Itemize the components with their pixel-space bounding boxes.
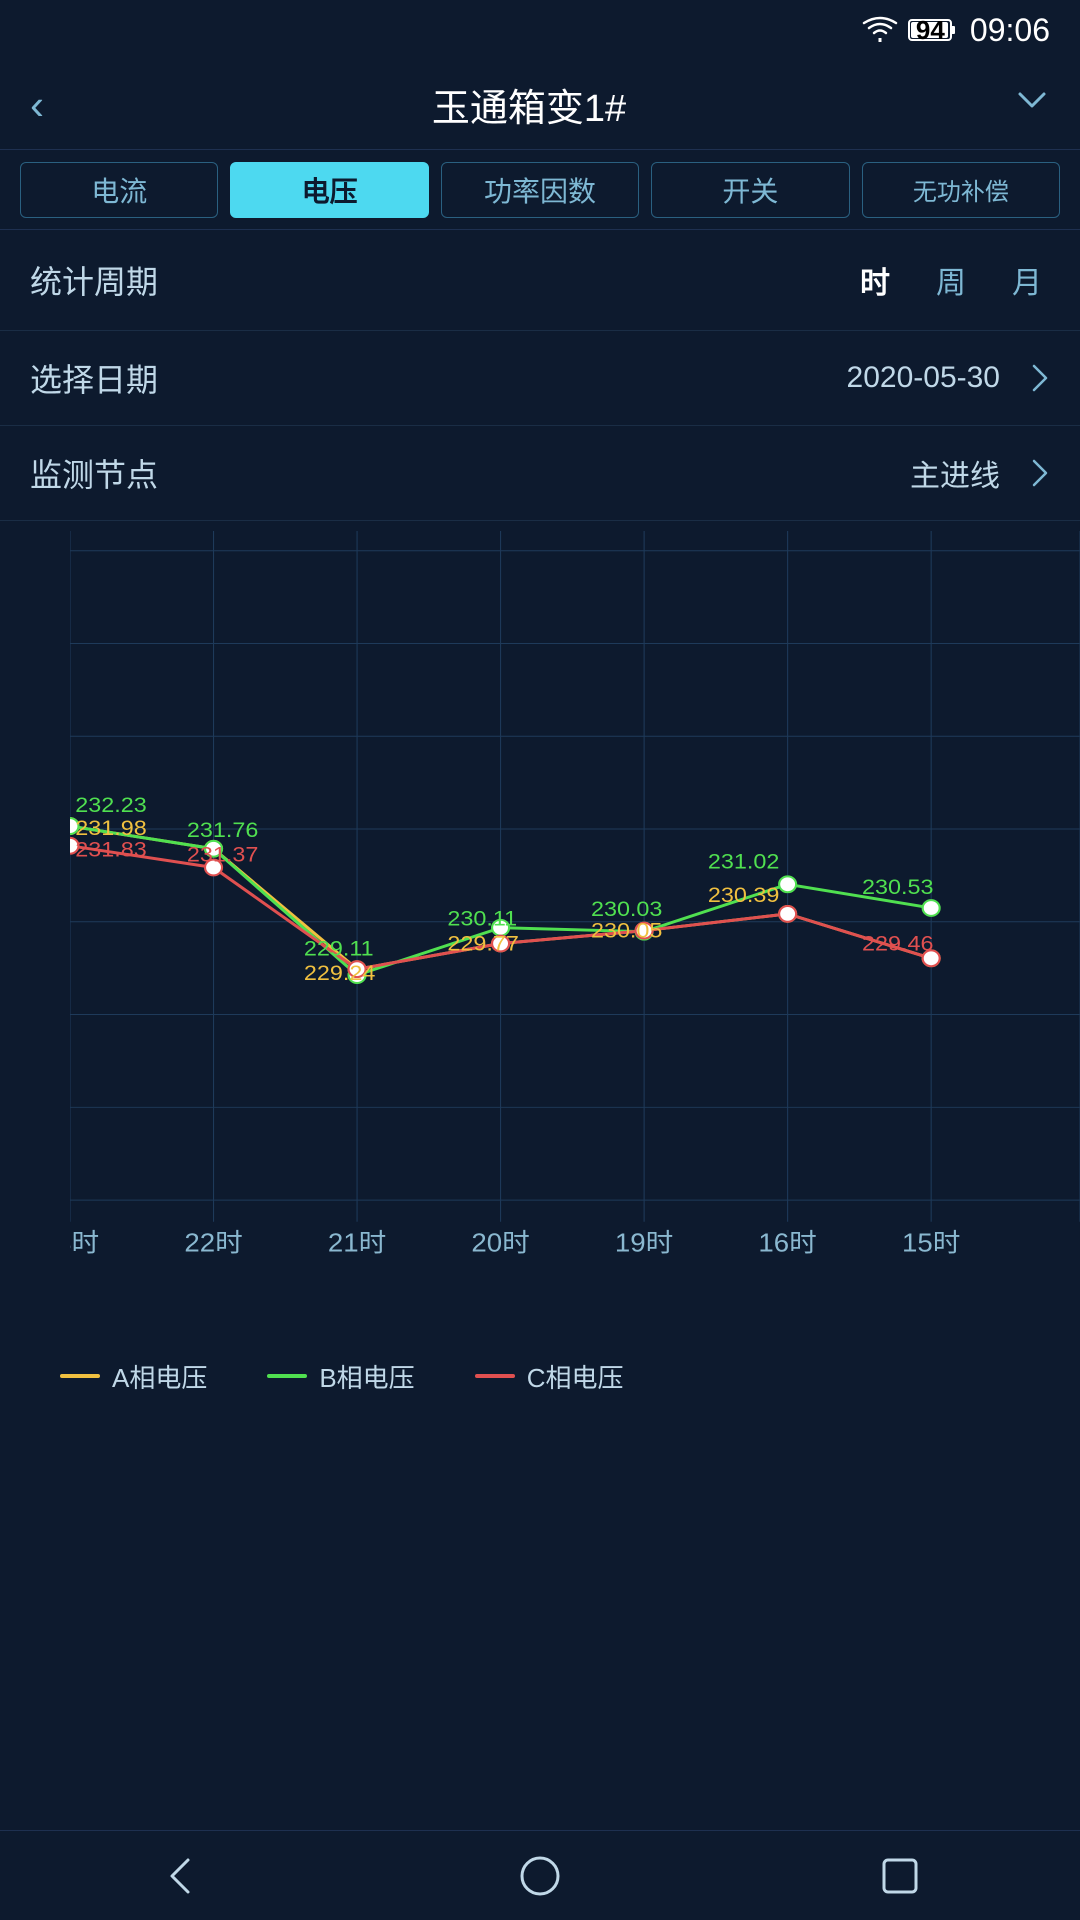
svg-text:229.77: 229.77	[447, 931, 518, 955]
svg-text:19时: 19时	[615, 1228, 673, 1257]
svg-text:230.53: 230.53	[862, 875, 933, 899]
period-options: 时 周 月	[852, 254, 1050, 306]
period-week[interactable]: 周	[928, 254, 974, 306]
period-row: 统计周期 时 周 月	[0, 230, 1080, 331]
svg-text:16时: 16时	[758, 1228, 816, 1257]
svg-text:230.03: 230.03	[591, 897, 662, 921]
tab-reactive[interactable]: 无功补偿	[862, 162, 1060, 218]
legend-c-label: C相电压	[527, 1358, 624, 1395]
legend-b-label: B相电压	[319, 1358, 414, 1395]
date-row[interactable]: 选择日期 2020-05-30	[0, 331, 1080, 426]
svg-text:20时: 20时	[471, 1228, 529, 1257]
svg-text:230.11: 230.11	[447, 906, 517, 930]
tab-power-factor[interactable]: 功率因数	[441, 162, 639, 218]
legend-b: B相电压	[267, 1358, 414, 1395]
monitor-value: 主进线	[910, 451, 1000, 495]
status-bar: 94 09:06	[0, 0, 1080, 60]
nav-recent-button[interactable]	[865, 1841, 935, 1911]
svg-text:232.23: 232.23	[75, 793, 146, 817]
legend-a-line	[60, 1374, 100, 1378]
legend-b-line	[267, 1374, 307, 1378]
nav-recent-icon	[876, 1852, 924, 1900]
chart-area: 238 236 234 232 230 228 226 224 23时 22时 …	[0, 521, 1080, 1341]
battery-icon: 94	[908, 15, 960, 46]
legend-c-line	[475, 1374, 515, 1378]
voltage-chart: 238 236 234 232 230 228 226 224 23时 22时 …	[70, 531, 1080, 1281]
bottom-navigation	[0, 1830, 1080, 1920]
svg-text:231.76: 231.76	[187, 818, 258, 842]
controls-section: 统计周期 时 周 月 选择日期 2020-05-30 监测节点 主进线	[0, 230, 1080, 521]
tab-voltage[interactable]: 电压	[230, 162, 428, 218]
date-chevron-icon	[1030, 362, 1050, 394]
period-label: 统计周期	[30, 257, 158, 303]
date-value: 2020-05-30	[847, 361, 1000, 395]
svg-text:21时: 21时	[328, 1228, 386, 1257]
legend-a: A相电压	[60, 1358, 207, 1395]
svg-text:231.83: 231.83	[75, 837, 146, 861]
svg-text:231.98: 231.98	[75, 816, 146, 840]
svg-text:15时: 15时	[902, 1228, 960, 1257]
dropdown-button[interactable]	[1014, 82, 1050, 127]
svg-text:229.46: 229.46	[862, 931, 933, 955]
tabs-bar: 电流 电压 功率因数 开关 无功补偿	[0, 150, 1080, 230]
back-button[interactable]: ‹	[30, 81, 44, 129]
nav-back-icon	[156, 1852, 204, 1900]
status-icons: 94 09:06	[862, 12, 1050, 49]
period-month[interactable]: 月	[1004, 254, 1050, 306]
svg-text:231.37: 231.37	[187, 842, 258, 866]
tab-current[interactable]: 电流	[20, 162, 218, 218]
monitor-row[interactable]: 监测节点 主进线	[0, 426, 1080, 521]
chart-legend: A相电压 B相电压 C相电压	[0, 1341, 1080, 1411]
nav-home-button[interactable]	[505, 1841, 575, 1911]
monitor-right: 主进线	[910, 451, 1050, 495]
page-title: 玉通箱变1#	[44, 77, 1014, 132]
legend-c: C相电压	[475, 1358, 624, 1395]
nav-back-button[interactable]	[145, 1841, 215, 1911]
svg-text:229.24: 229.24	[304, 961, 375, 985]
svg-text:231.02: 231.02	[708, 849, 779, 873]
date-right: 2020-05-30	[847, 361, 1050, 395]
nav-home-icon	[516, 1852, 564, 1900]
svg-text:230.39: 230.39	[708, 883, 779, 907]
svg-text:23时: 23时	[70, 1228, 99, 1257]
period-hour[interactable]: 时	[852, 254, 898, 306]
svg-text:230.05: 230.05	[591, 918, 662, 942]
tab-switch[interactable]: 开关	[651, 162, 849, 218]
date-label: 选择日期	[30, 355, 158, 401]
monitor-label: 监测节点	[30, 450, 158, 496]
wifi-icon	[862, 16, 898, 44]
svg-text:229.11: 229.11	[304, 936, 374, 960]
svg-text:22时: 22时	[184, 1228, 242, 1257]
header: ‹ 玉通箱变1#	[0, 60, 1080, 150]
status-time: 09:06	[970, 12, 1050, 49]
legend-a-label: A相电压	[112, 1358, 207, 1395]
monitor-chevron-icon	[1030, 457, 1050, 489]
